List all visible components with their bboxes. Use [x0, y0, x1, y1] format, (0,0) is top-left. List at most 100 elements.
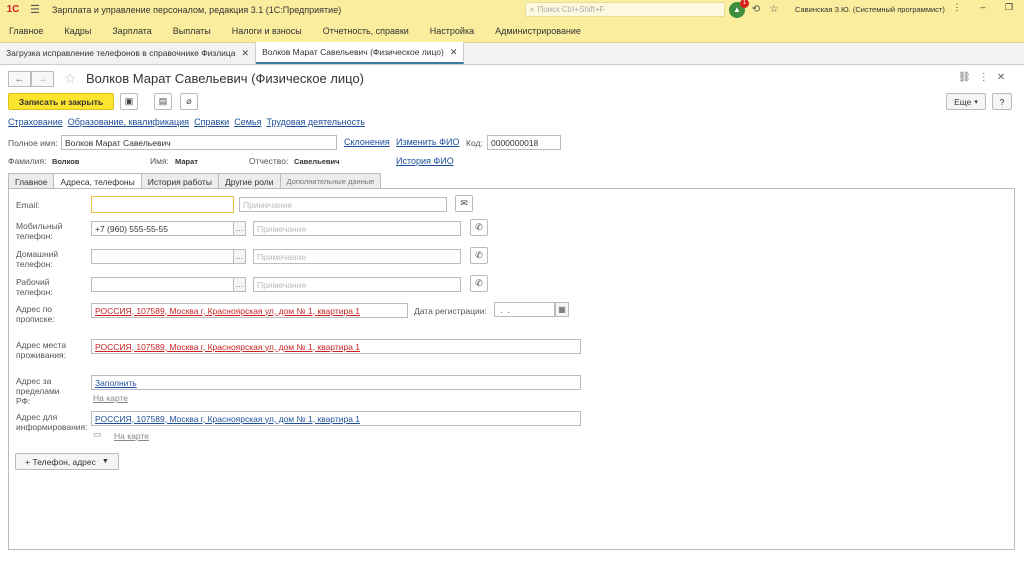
dropdown-arrow-icon: ▼: [101, 458, 109, 465]
abroad-address-label: Адрес за пределами РФ:: [16, 376, 60, 406]
menu-item-personnel[interactable]: Кадры: [64, 26, 91, 36]
code-field[interactable]: 0000000018: [487, 135, 561, 150]
forward-arrow-icon[interactable]: →: [31, 71, 54, 87]
home-phone-field[interactable]: [91, 249, 234, 264]
back-arrow-icon[interactable]: ←: [8, 71, 31, 87]
code-label: Код:: [466, 138, 483, 148]
favorite-star-icon[interactable]: ☆: [64, 70, 77, 87]
favorites-star-icon[interactable]: ☆: [767, 4, 781, 15]
patronymic-label: Отчество:: [249, 156, 289, 166]
minimize-icon[interactable]: –: [970, 2, 996, 13]
history-icon[interactable]: ⟲: [749, 4, 763, 15]
form-header-icons: ⛓ ⋮ ✕: [958, 72, 1005, 83]
link-employment[interactable]: Трудовая деятельность: [266, 117, 365, 127]
name-value: Марат: [175, 157, 198, 166]
add-phone-address-button[interactable]: + Телефон, адрес ▼: [15, 453, 119, 470]
more-actions-icon[interactable]: ⋮: [979, 72, 989, 83]
user-name[interactable]: Савинская З.Ю. (Системный программист): [795, 5, 945, 14]
help-button[interactable]: ?: [992, 93, 1012, 110]
change-fio-link[interactable]: Изменить ФИО: [396, 137, 459, 147]
mobile-label: Мобильный телефон:: [16, 221, 63, 241]
link-insurance[interactable]: Страхование: [8, 117, 63, 127]
document-icon[interactable]: ▤: [154, 93, 172, 110]
link-family[interactable]: Семья: [234, 117, 261, 127]
close-tab-icon[interactable]: ✕: [450, 47, 458, 58]
tab-other-roles[interactable]: Другие роли: [217, 173, 281, 189]
attachment-paperclip-icon[interactable]: ⌀: [180, 93, 198, 110]
form-title: Волков Марат Савельевич (Физическое лицо…: [86, 71, 365, 86]
call-phone-icon[interactable]: ✆: [470, 219, 488, 236]
window-controls: ⋮ – ❐ ✕: [944, 2, 1024, 13]
notification-bell-icon[interactable]: ▲ 1: [729, 0, 749, 18]
email-label: Email:: [16, 200, 40, 210]
call-phone-icon[interactable]: ✆: [470, 275, 488, 292]
menu-item-salary[interactable]: Зарплата: [112, 26, 151, 36]
search-placeholder: Поиск Ctrl+Shift+F: [537, 5, 605, 14]
fullname-field[interactable]: Волков Марат Савельевич: [61, 135, 337, 150]
tab-work-history[interactable]: История работы: [140, 173, 219, 189]
menu-item-settings[interactable]: Настройка: [430, 26, 474, 36]
mobile-select-button[interactable]: …: [233, 221, 246, 236]
work-phone-field[interactable]: [91, 277, 234, 292]
menu-item-taxes[interactable]: Налоги и взносы: [232, 26, 302, 36]
nav-buttons: ← →: [8, 71, 54, 87]
email-field[interactable]: [91, 196, 234, 213]
more-icon[interactable]: ⋮: [944, 2, 970, 13]
home-phone-label: Домашний телефон:: [16, 249, 59, 269]
close-form-icon[interactable]: ✕: [997, 72, 1005, 83]
reg-address-label: Адрес по прописке:: [16, 304, 55, 324]
page-tabs: Главное Адреса, телефоны История работы …: [8, 173, 382, 190]
work-select-button[interactable]: …: [233, 277, 246, 292]
toolbar-icons: ▲ 1 ⟲ ☆: [729, 0, 781, 18]
restore-icon[interactable]: ❐: [996, 2, 1022, 13]
declensions-link[interactable]: Склонения: [344, 137, 390, 147]
info-on-map-link[interactable]: На карте: [114, 431, 149, 441]
menu-item-main[interactable]: Главное: [9, 26, 43, 36]
tab-label: Загрузка исправление телефонов в справоч…: [6, 48, 236, 58]
abroad-address-field[interactable]: Заполнить: [91, 375, 581, 390]
mobile-note-field[interactable]: Примечание: [253, 221, 461, 236]
tab-label: Волков Марат Савельевич (Физическое лицо…: [262, 47, 444, 57]
add-button-label: + Телефон, адрес: [25, 456, 96, 467]
email-note-field[interactable]: Примечание: [239, 197, 447, 212]
tab-main[interactable]: Главное: [8, 173, 55, 189]
more-button[interactable]: Еще ▾: [946, 93, 986, 110]
dropdown-arrow-icon: ▾: [974, 98, 978, 106]
live-address-field[interactable]: РОССИЯ, 107589, Москва г, Красноярская у…: [91, 339, 581, 354]
send-email-icon[interactable]: ✉: [455, 195, 473, 212]
work-note-field[interactable]: Примечание: [253, 277, 461, 292]
fullname-label: Полное имя:: [8, 138, 58, 148]
close-tab-icon[interactable]: ✕: [242, 48, 250, 59]
surname-label: Фамилия:: [8, 156, 47, 166]
info-address-field[interactable]: РОССИЯ, 107589, Москва г, Красноярская у…: [91, 411, 581, 426]
menu-item-payments[interactable]: Выплаты: [173, 26, 211, 36]
search-icon: ⌕: [530, 4, 535, 14]
link-certificates[interactable]: Справки: [194, 117, 229, 127]
save-disk-icon[interactable]: ▣: [120, 93, 138, 110]
reg-address-field[interactable]: РОССИЯ, 107589, Москва г, Красноярская у…: [91, 303, 408, 318]
search-input[interactable]: ⌕ Поиск Ctrl+Shift+F: [525, 2, 725, 17]
calendar-icon[interactable]: ▦: [555, 302, 569, 317]
home-note-field[interactable]: Примечание: [253, 249, 461, 264]
menu-item-reports[interactable]: Отчетность, справки: [323, 26, 409, 36]
link-icon[interactable]: ⛓: [958, 72, 971, 83]
person-form: ← → ☆ Волков Марат Савельевич (Физическо…: [0, 65, 1024, 561]
hamburger-menu-icon[interactable]: ☰: [30, 3, 44, 16]
app-title: Зарплата и управление персоналом, редакц…: [52, 4, 342, 15]
work-phone-label: Рабочий телефон:: [16, 277, 53, 297]
tab-additional-data[interactable]: Дополнительные данные: [279, 173, 382, 189]
fio-history-link[interactable]: История ФИО: [396, 156, 454, 166]
comment-icon[interactable]: ▭: [93, 429, 102, 440]
live-address-label: Адрес места проживания:: [16, 340, 67, 360]
tab-person-card[interactable]: Волков Марат Савельевич (Физическое лицо…: [256, 42, 465, 64]
reg-date-field[interactable]: . .: [494, 302, 555, 317]
addresses-phones-panel: Email: Примечание ✉ Мобильный телефон: +…: [8, 188, 1015, 550]
home-select-button[interactable]: …: [233, 249, 246, 264]
abroad-on-map-link[interactable]: На карте: [93, 393, 128, 403]
menu-item-administration[interactable]: Администрирование: [495, 26, 581, 36]
mobile-field[interactable]: +7 (960) 555-55-55: [91, 221, 234, 236]
save-and-close-button[interactable]: Записать и закрыть: [8, 93, 114, 110]
link-education[interactable]: Образование, квалификация: [68, 117, 189, 127]
tab-phone-import[interactable]: Загрузка исправление телефонов в справоч…: [0, 42, 257, 64]
call-phone-icon[interactable]: ✆: [470, 247, 488, 264]
